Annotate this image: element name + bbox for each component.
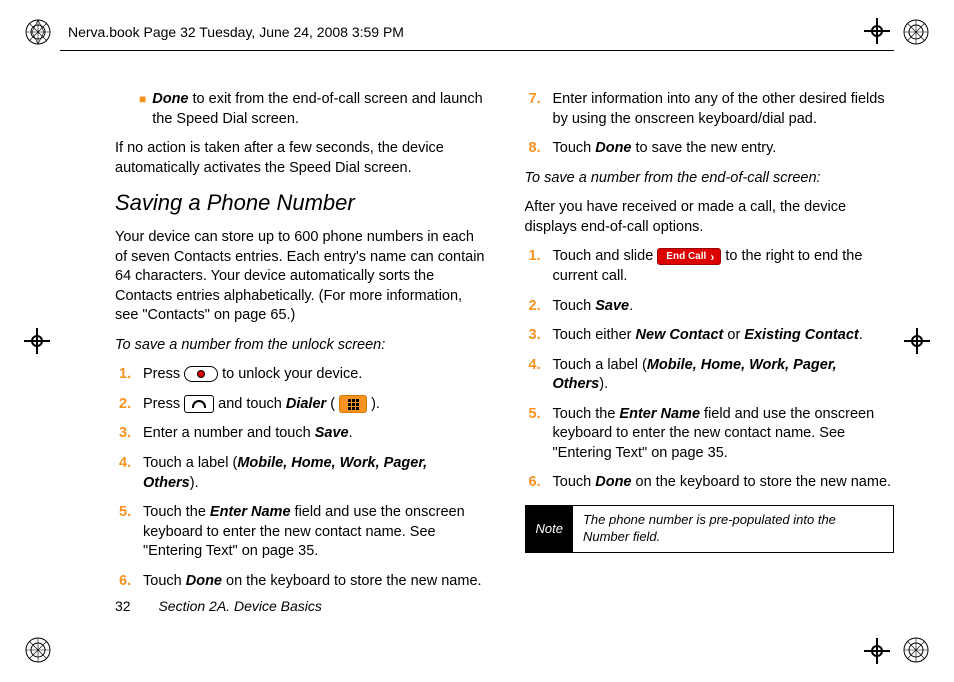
- page-footer: 32 Section 2A. Device Basics: [115, 598, 322, 614]
- bullet-text: Done to exit from the end-of-call screen…: [152, 90, 484, 129]
- column-right: Enter information into any of the other …: [525, 90, 895, 592]
- note-label: Note: [526, 506, 573, 552]
- step-item: Enter information into any of the other …: [525, 90, 895, 129]
- dialer-key-icon: [339, 395, 367, 413]
- page-number: 32: [115, 598, 131, 614]
- step-item: Touch a label (Mobile, Home, Work, Pager…: [525, 356, 895, 395]
- step-item: Touch either New Contact or Existing Con…: [525, 326, 895, 346]
- step-item: Enter a number and touch Save.: [115, 424, 485, 444]
- ordered-steps-2: Touch and slide End Call to the right to…: [525, 247, 895, 493]
- corner-rosette-icon: [24, 18, 52, 46]
- subheading: To save a number from the unlock screen:: [115, 336, 485, 356]
- subheading: To save a number from the end-of-call sc…: [525, 169, 895, 189]
- step-item: Touch Done on the keyboard to store the …: [525, 473, 895, 493]
- paragraph: Your device can store up to 600 phone nu…: [115, 228, 485, 326]
- ordered-steps-cont: Enter information into any of the other …: [525, 90, 895, 159]
- step-item: Touch the Enter Name field and use the o…: [525, 405, 895, 464]
- ordered-steps: Press to unlock your device. Press and t…: [115, 365, 485, 591]
- crop-mark-icon: [904, 328, 930, 354]
- step-item: Touch Done on the keyboard to store the …: [115, 572, 485, 592]
- paragraph: If no action is taken after a few second…: [115, 139, 485, 178]
- header-rule: [60, 50, 894, 51]
- crop-mark-icon: [864, 18, 890, 44]
- crop-mark-icon: [864, 638, 890, 664]
- step-item: Touch a label (Mobile, Home, Work, Pager…: [115, 454, 485, 493]
- step-item: Touch Done to save the new entry.: [525, 139, 895, 159]
- corner-rosette-icon: [902, 18, 930, 46]
- crop-mark-icon: [24, 328, 50, 354]
- step-item: Touch Save.: [525, 297, 895, 317]
- step-item: Touch and slide End Call to the right to…: [525, 247, 895, 286]
- note-box: Note The phone number is pre-populated i…: [525, 505, 895, 553]
- unlock-button-icon: [184, 366, 218, 382]
- page-body: ■ Done to exit from the end-of-call scre…: [115, 90, 894, 592]
- note-text: The phone number is pre-populated into t…: [573, 506, 893, 552]
- home-key-icon: [184, 395, 214, 413]
- step-item: Touch the Enter Name field and use the o…: [115, 503, 485, 562]
- bullet-icon: ■: [139, 90, 146, 129]
- section-title: Section 2A. Device Basics: [158, 598, 321, 614]
- paragraph: After you have received or made a call, …: [525, 198, 895, 237]
- section-heading: Saving a Phone Number: [115, 188, 485, 218]
- step-item: Press and touch Dialer ( ).: [115, 395, 485, 415]
- print-header: Nerva.book Page 32 Tuesday, June 24, 200…: [68, 24, 404, 40]
- corner-rosette-icon: [902, 636, 930, 664]
- step-item: Press to unlock your device.: [115, 365, 485, 385]
- end-call-chip-icon: End Call: [657, 248, 721, 266]
- column-left: ■ Done to exit from the end-of-call scre…: [115, 90, 485, 592]
- bullet-item: ■ Done to exit from the end-of-call scre…: [139, 90, 485, 129]
- corner-rosette-icon: [24, 636, 52, 664]
